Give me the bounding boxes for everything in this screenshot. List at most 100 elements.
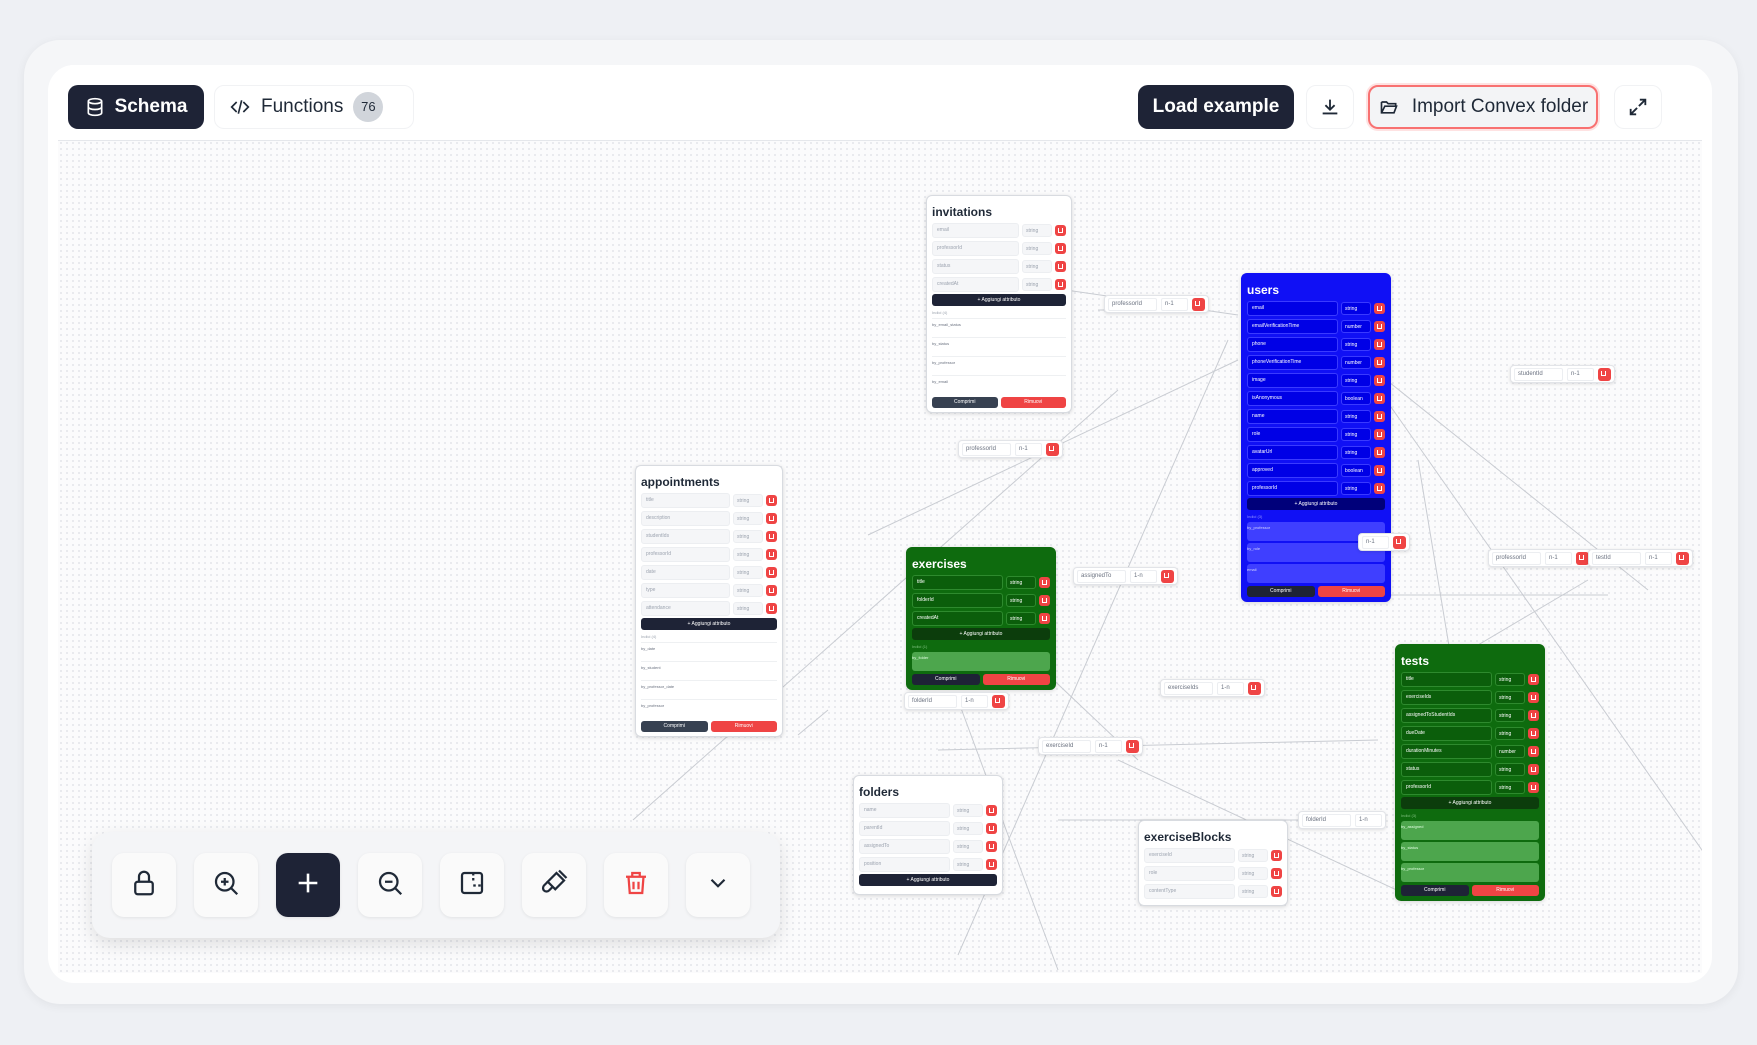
fit-view-button[interactable]	[440, 853, 504, 917]
field-name[interactable]: parentId	[859, 820, 950, 836]
table-users[interactable]: users email string emailVerificationTime n…	[1241, 273, 1391, 602]
delete-relation-icon[interactable]	[1248, 681, 1261, 695]
field-type[interactable]: string	[1341, 409, 1371, 423]
field-name[interactable]: role	[1247, 426, 1338, 442]
import-convex-folder-button[interactable]: Import Convex folder	[1368, 85, 1598, 129]
field-type[interactable]: string	[733, 565, 763, 579]
field-type[interactable]: string	[1238, 884, 1268, 898]
clear-button[interactable]	[604, 853, 668, 917]
field-type[interactable]: string	[1341, 301, 1371, 315]
relation-chip[interactable]: studentId n-1	[1510, 365, 1615, 383]
relation-type[interactable]: n-1	[1095, 739, 1122, 753]
field-name[interactable]: durationMinutes	[1401, 743, 1492, 759]
delete-field-icon[interactable]	[986, 840, 997, 852]
field-type[interactable]: string	[733, 583, 763, 597]
index-item[interactable]: by_professor	[641, 699, 777, 718]
relation-field[interactable]: assignedTo	[1077, 569, 1126, 583]
relation-type[interactable]: n-1	[1362, 535, 1389, 549]
field-type[interactable]: string	[1006, 575, 1036, 589]
remove-table-button[interactable]: Rimuovi	[1000, 397, 1066, 408]
relation-type[interactable]: n-1	[1161, 297, 1188, 311]
index-item[interactable]: by_status	[1401, 842, 1539, 861]
add-attribute-button[interactable]: + Aggiungi attributo	[932, 294, 1066, 306]
delete-field-icon[interactable]	[766, 602, 777, 614]
relation-chip[interactable]: testId n-1	[1588, 549, 1693, 567]
field-type[interactable]: string	[1341, 373, 1371, 387]
index-item[interactable]: by_assigned	[1401, 821, 1539, 840]
add-attribute-button[interactable]: + Aggiungi attributo	[1401, 797, 1539, 809]
index-item[interactable]: by_professor	[932, 356, 1066, 375]
field-type[interactable]: string	[1341, 427, 1371, 441]
relation-chip[interactable]: assignedTo 1-n	[1073, 567, 1178, 585]
delete-field-icon[interactable]	[1271, 849, 1282, 861]
field-name[interactable]: title	[641, 492, 730, 508]
relation-chip[interactable]: folderId 1-n	[904, 692, 1009, 710]
add-attribute-button[interactable]: + Aggiungi attributo	[859, 874, 997, 886]
field-type[interactable]: string	[1238, 848, 1268, 862]
relation-chip[interactable]: professorId n-1	[958, 440, 1063, 458]
delete-field-icon[interactable]	[1528, 763, 1539, 775]
table-invitations[interactable]: invitations email string professorId strin…	[926, 195, 1072, 413]
delete-field-icon[interactable]	[766, 512, 777, 524]
delete-field-icon[interactable]	[986, 822, 997, 834]
field-type[interactable]: string	[733, 529, 763, 543]
add-attribute-button[interactable]: + Aggiungi attributo	[1247, 498, 1385, 510]
relation-field[interactable]: folderId	[1302, 813, 1351, 827]
field-name[interactable]: exerciseIds	[1401, 689, 1492, 705]
field-name[interactable]: type	[641, 582, 730, 598]
delete-field-icon[interactable]	[1055, 278, 1066, 290]
table-exercise-blocks[interactable]: exerciseBlocks exerciseId string role stri…	[1138, 820, 1288, 906]
remove-table-button[interactable]: Rimuovi	[710, 721, 777, 732]
delete-relation-icon[interactable]	[1046, 442, 1059, 456]
delete-field-icon[interactable]	[1055, 224, 1066, 236]
field-type[interactable]: string	[1006, 611, 1036, 625]
remove-table-button[interactable]: Rimuovi	[1471, 885, 1539, 896]
relation-chip[interactable]: exerciseId n-1	[1038, 737, 1143, 755]
relation-field[interactable]: professorId	[962, 442, 1011, 456]
fullscreen-button[interactable]	[1614, 85, 1662, 129]
zoom-in-button[interactable]	[194, 853, 258, 917]
delete-field-icon[interactable]	[766, 548, 777, 560]
field-name[interactable]: title	[912, 574, 1003, 590]
delete-relation-icon[interactable]	[1161, 569, 1174, 583]
field-type[interactable]: string	[1022, 277, 1052, 291]
field-name[interactable]: avatarUrl	[1247, 444, 1338, 460]
field-name[interactable]: dueDate	[1401, 725, 1492, 741]
field-name[interactable]: professorId	[932, 240, 1019, 256]
remove-table-button[interactable]: Rimuovi	[982, 674, 1050, 685]
field-name[interactable]: professorId	[641, 546, 730, 562]
field-type[interactable]: number	[1341, 319, 1371, 333]
relation-type[interactable]: 1-n	[1217, 681, 1244, 695]
add-attribute-button[interactable]: + Aggiungi attributo	[912, 628, 1050, 640]
relation-field[interactable]: professorId	[1492, 551, 1541, 565]
more-options-button[interactable]	[686, 853, 750, 917]
relation-chip[interactable]: professorId n-1	[1488, 549, 1593, 567]
field-name[interactable]: exerciseId	[1144, 847, 1235, 863]
load-example-button[interactable]: Load example	[1138, 85, 1294, 129]
delete-relation-icon[interactable]	[1598, 367, 1611, 381]
field-name[interactable]: role	[1144, 865, 1235, 881]
table-tests[interactable]: tests title string exerciseIds string assi…	[1395, 644, 1545, 901]
field-type[interactable]: string	[733, 493, 763, 507]
delete-field-icon[interactable]	[1528, 709, 1539, 721]
field-name[interactable]: assignedTo	[859, 838, 950, 854]
index-item[interactable]: by_email_status	[932, 318, 1066, 337]
delete-relation-icon[interactable]	[1192, 297, 1205, 311]
delete-field-icon[interactable]	[766, 566, 777, 578]
relation-chip[interactable]: exerciseIds 1-n	[1160, 679, 1265, 697]
field-type[interactable]: string	[1495, 726, 1525, 740]
field-type[interactable]: number	[1341, 355, 1371, 369]
field-type[interactable]: string	[1022, 223, 1052, 237]
field-type[interactable]: string	[1006, 593, 1036, 607]
relation-type[interactable]: 1-n	[1355, 813, 1382, 827]
field-name[interactable]: createdAt	[932, 276, 1019, 292]
field-name[interactable]: professorId	[1401, 779, 1492, 795]
field-type[interactable]: string	[953, 857, 983, 871]
delete-field-icon[interactable]	[1271, 885, 1282, 897]
field-type[interactable]: boolean	[1341, 463, 1371, 477]
relation-field[interactable]: folderId	[908, 694, 957, 708]
field-name[interactable]: assignedToStudentIds	[1401, 707, 1492, 723]
remove-table-button[interactable]: Rimuovi	[1317, 586, 1385, 597]
field-type[interactable]: string	[1238, 866, 1268, 880]
field-name[interactable]: phoneVerificationTime	[1247, 354, 1338, 370]
